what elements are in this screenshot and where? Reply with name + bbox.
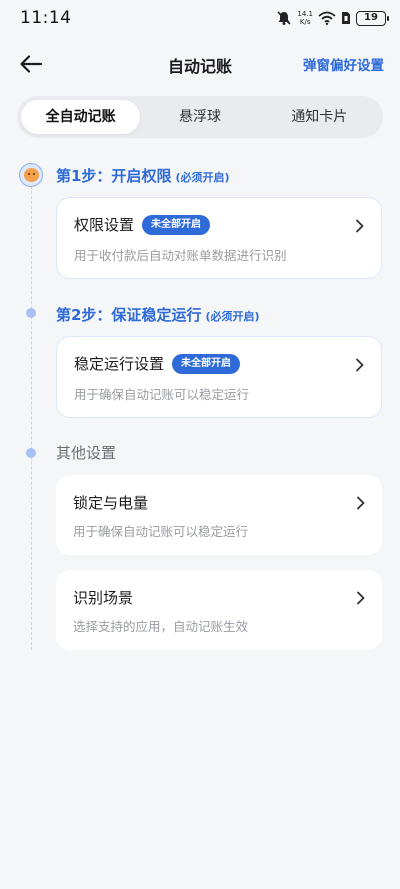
lock-battery-card[interactable]: 锁定与电量 用于确保自动记账可以稳定运行 (56, 475, 382, 555)
sim-icon (342, 12, 350, 24)
recognition-scene-title: 识别场景 (73, 589, 134, 607)
permission-settings-desc: 用于收付款后自动对账单数据进行识别 (74, 248, 287, 263)
lock-battery-title: 锁定与电量 (73, 494, 149, 512)
recognition-scene-card[interactable]: 识别场景 选择支持的应用，自动记账生效 (56, 570, 382, 650)
stable-run-settings-desc: 用于确保自动记账可以稳定运行 (74, 387, 250, 402)
card-title: 稳定运行设置 未全部开启 (74, 353, 241, 374)
network-speed-value: 14.1 (297, 10, 313, 18)
chevron-right-icon (356, 358, 364, 372)
other-settings-title: 其他设置 (56, 444, 117, 462)
tab-notification-card[interactable]: 通知卡片 (260, 100, 379, 134)
lock-battery-desc: 用于确保自动记账可以稳定运行 (73, 524, 249, 539)
permission-settings-card[interactable]: 权限设置 未全部开启 用于收付款后自动对账单数据进行识别 (56, 197, 382, 279)
status-badge: 未全部开启 (172, 353, 241, 374)
wifi-icon (318, 11, 336, 25)
mute-bell-icon (277, 11, 291, 25)
permission-settings-title: 权限设置 (74, 216, 135, 234)
card-title: 权限设置 未全部开启 (74, 214, 211, 235)
network-speed: 14.1 K/s (297, 10, 313, 26)
step-1-title-text: 第1步：开启权限 (56, 167, 172, 185)
step-2-title-text: 第2步：保证稳定运行 (56, 306, 202, 324)
chevron-right-icon (357, 591, 365, 605)
network-speed-unit: K/s (299, 18, 311, 26)
step-1-title: 第1步：开启权限 (必须开启) (56, 165, 230, 186)
tab-floating-ball[interactable]: 悬浮球 (140, 100, 259, 134)
cat-avatar-icon (19, 163, 43, 187)
card-title: 识别场景 (73, 587, 133, 608)
stable-run-settings-card[interactable]: 稳定运行设置 未全部开启 用于确保自动记账可以稳定运行 (56, 336, 382, 418)
status-time: 11:14 (20, 8, 72, 28)
timeline-line (31, 186, 32, 650)
status-icons: 14.1 K/s 19 (276, 8, 389, 28)
chevron-right-icon (357, 496, 365, 510)
status-bar: 11:14 14.1 K/s 19 (0, 0, 400, 36)
tab-full-auto[interactable]: 全自动记账 (21, 100, 141, 134)
other-settings-dot (26, 448, 36, 458)
step-1-required: (必须开启) (175, 171, 230, 184)
card-title: 锁定与电量 (73, 492, 148, 513)
header: 自动记账 弹窗偏好设置 (0, 44, 400, 84)
step-2-dot (26, 308, 36, 318)
chevron-right-icon (356, 219, 364, 233)
stable-run-settings-title: 稳定运行设置 (74, 355, 165, 373)
status-badge: 未全部开启 (142, 214, 211, 235)
popup-preference-link[interactable]: 弹窗偏好设置 (303, 54, 384, 74)
step-2-required: (必须开启) (205, 310, 260, 323)
step-2-title: 第2步：保证稳定运行 (必须开启) (56, 304, 260, 325)
tab-bar: 全自动记账 悬浮球 通知卡片 (17, 96, 383, 138)
recognition-scene-desc: 选择支持的应用，自动记账生效 (73, 619, 249, 634)
battery-icon: 19 (356, 10, 389, 26)
